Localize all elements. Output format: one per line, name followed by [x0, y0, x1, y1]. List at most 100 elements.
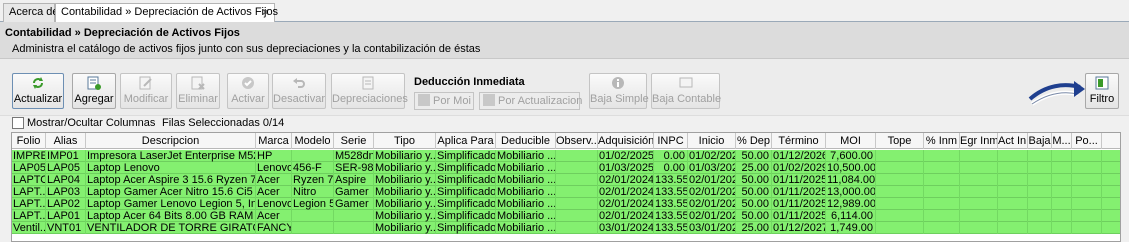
tab-depreciacion[interactable]: Contabilidad » Depreciación de Activos F…	[55, 3, 278, 22]
table-row[interactable]: Ventil...VNT01VENTILADOR DE TORRE GIRATO…	[12, 222, 1120, 234]
column-header[interactable]: Inicio	[688, 133, 736, 149]
actualizar-button[interactable]: Actualizar	[12, 73, 64, 109]
modificar-label: Modificar	[123, 93, 169, 105]
table-cell	[556, 174, 598, 186]
table-cell: Simplificado...	[437, 186, 496, 198]
column-header[interactable]: Observ...	[556, 133, 598, 149]
table-cell	[334, 222, 374, 234]
baja-simple-button[interactable]: Baja Simple	[589, 73, 649, 109]
table-cell: Lenovo	[257, 162, 292, 174]
table-cell: Mobiliario y...	[375, 222, 436, 234]
column-header[interactable]: Folio	[12, 133, 46, 149]
table-cell: 11,084.00	[827, 174, 876, 186]
table-cell: Mobiliario y...	[375, 162, 436, 174]
table-cell	[1028, 198, 1052, 210]
column-header[interactable]: Término	[772, 133, 826, 149]
table-cell: FANCY	[257, 222, 292, 234]
table-cell	[924, 198, 960, 210]
column-header[interactable]: Descripcion	[86, 133, 256, 149]
depreciaciones-button[interactable]: Depreciaciones	[331, 73, 408, 109]
table-cell: 01/11/2025	[773, 198, 826, 210]
column-header[interactable]: Tope	[876, 133, 924, 149]
table-cell: HP	[256, 150, 292, 162]
table-cell: Simplificado...	[437, 222, 496, 234]
column-header[interactable]: INPC	[654, 133, 688, 149]
table-row[interactable]: IMPRE...IMP01Impresora LaserJet Enterpri…	[12, 150, 1120, 162]
edit-icon	[139, 76, 153, 90]
por-moi-label: Por Moi	[433, 95, 471, 107]
table-cell	[924, 174, 960, 186]
table-cell	[556, 198, 598, 210]
table-cell: VENTILADOR DE TORRE GIRATORIO	[86, 222, 256, 234]
table-cell: LAP05	[46, 162, 86, 174]
show-hide-columns-label: Mostrar/Ocultar Columnas	[27, 117, 156, 129]
desactivar-button[interactable]: Desactivar	[272, 73, 326, 109]
desactivar-label: Desactivar	[273, 93, 325, 105]
activar-button[interactable]: Activar	[227, 73, 269, 109]
table-cell	[1028, 162, 1052, 174]
selected-rows-counter: Filas Seleccionadas 0/14	[162, 117, 285, 129]
table-cell	[960, 174, 998, 186]
deduccion-inmediata-label: Deducción Inmediata	[414, 76, 525, 88]
table-cell: LAPT...	[13, 198, 46, 210]
agregar-button[interactable]: Agregar	[72, 73, 116, 109]
table-cell: 7,600.00	[826, 150, 876, 162]
table-cell	[960, 210, 998, 222]
table-cell	[1052, 150, 1072, 162]
show-hide-columns-checkbox[interactable]	[12, 117, 24, 129]
filter-icon	[1095, 76, 1109, 90]
eliminar-button[interactable]: Eliminar	[176, 73, 220, 109]
table-cell	[924, 222, 960, 234]
table-cell: 03/01/2024	[688, 222, 736, 234]
table-cell: Laptop Lenovo	[86, 162, 256, 174]
close-icon[interactable]: ×	[262, 5, 269, 19]
table-row[interactable]: LAP05 LAP05 Laptop Lenovo Lenovo 456-F SER-98…	[12, 162, 1120, 174]
column-header[interactable]: Tipo	[374, 133, 436, 149]
column-header[interactable]: % Dep	[736, 133, 772, 149]
por-actualizacion-button[interactable]: Por Actualizacion	[479, 92, 582, 110]
table-cell: Lenovo	[257, 198, 292, 210]
table-cell: LAP02	[46, 198, 86, 210]
column-header[interactable]: M...	[1052, 133, 1072, 149]
table-cell: 01/02/2025	[599, 150, 654, 162]
column-header[interactable]: Marca	[256, 133, 292, 149]
column-header[interactable]: Aplica Para	[436, 133, 496, 149]
table-row[interactable]: LAPT... LAP02 Laptop Gamer Lenovo Legion 5…	[12, 198, 1120, 210]
column-header[interactable]: Egr Inm	[960, 133, 998, 149]
column-header[interactable]: Act In...	[998, 133, 1028, 149]
table-header: Folio Alias Descripcion Marca Modelo Serie Tip…	[12, 133, 1120, 149]
column-header[interactable]: Adquisición	[598, 133, 654, 149]
table-cell: Simplificado...	[437, 150, 496, 162]
column-header[interactable]: MOI	[826, 133, 876, 149]
table-row[interactable]: LAPT... LAP01 Laptop Acer 64 Bits 8.00 GB …	[12, 210, 1120, 222]
column-header[interactable]: Baja	[1028, 133, 1052, 149]
activar-label: Activar	[231, 93, 265, 105]
table-row[interactable]: LAPT... LAP03 Laptop Gamer Acer Nitro 15.6…	[12, 186, 1120, 198]
table-cell: Aspire	[334, 174, 374, 186]
table-cell	[1072, 150, 1102, 162]
table-cell	[924, 210, 960, 222]
actualizar-label: Actualizar	[13, 93, 63, 105]
table-cell	[924, 162, 960, 174]
baja-contable-button[interactable]: Baja Contable	[651, 73, 721, 109]
modificar-button[interactable]: Modificar	[120, 73, 172, 109]
column-header[interactable]: Po...	[1072, 133, 1102, 149]
tab-label: Acerca de	[9, 6, 59, 18]
table-cell: Mobiliario y...	[375, 210, 436, 222]
tab-acerca-de[interactable]: Acerca de	[3, 3, 59, 22]
table-cell: Gamer	[334, 186, 374, 198]
por-moi-button[interactable]: Por Moi	[414, 92, 474, 110]
column-header[interactable]: Serie	[334, 133, 374, 149]
column-header[interactable]: Modelo	[292, 133, 334, 149]
column-header[interactable]: % Inm	[924, 133, 960, 149]
table-cell	[1072, 210, 1102, 222]
table-cell: 50.00	[736, 186, 772, 198]
table-cell: LAP01	[46, 210, 86, 222]
table-cell	[998, 150, 1028, 162]
update-icon	[483, 94, 495, 106]
column-header[interactable]: Alias	[46, 133, 86, 149]
info-icon	[611, 76, 625, 90]
filtro-button[interactable]: Filtro	[1085, 73, 1119, 109]
table-row[interactable]: LAPTOPLAP04Laptop Acer Aspire 3 15.6 Ryz…	[12, 174, 1120, 186]
column-header[interactable]: Deducible	[496, 133, 556, 149]
